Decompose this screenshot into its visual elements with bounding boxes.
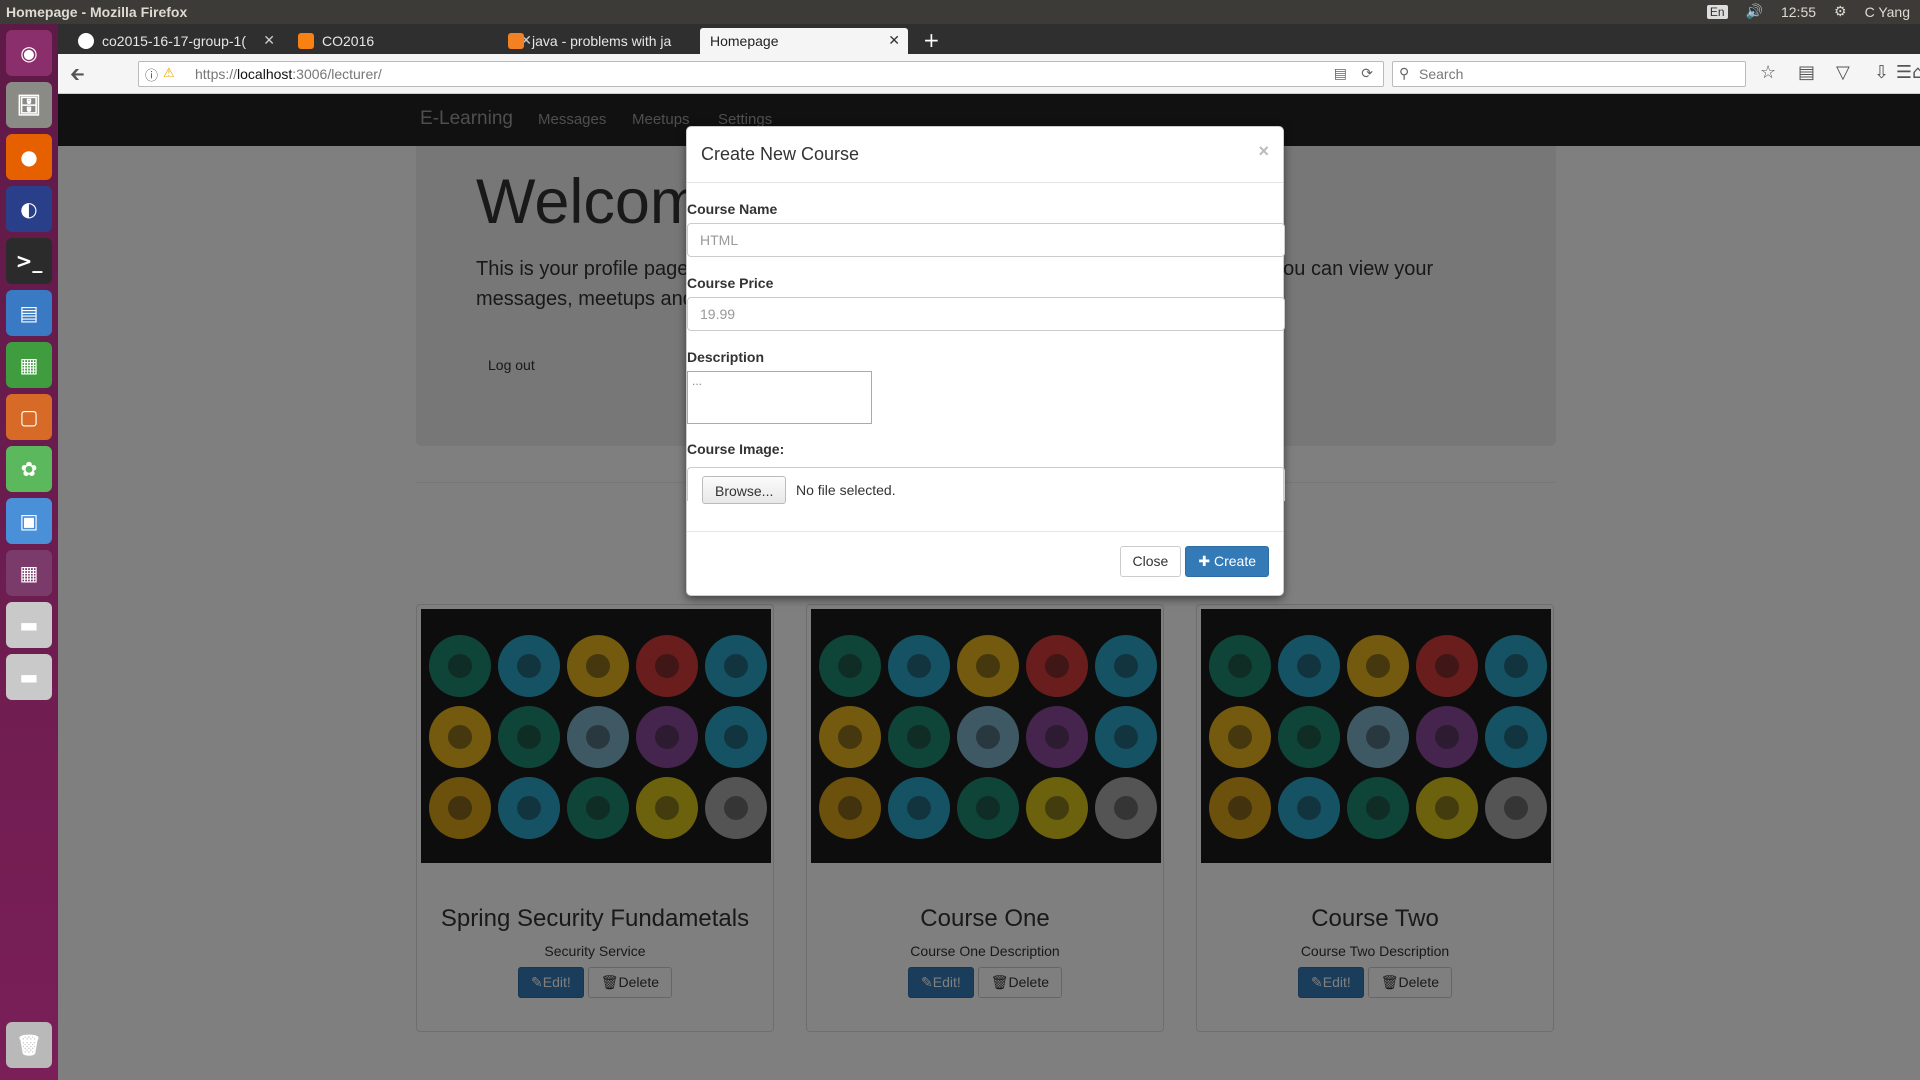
- reload-icon[interactable]: ⟳: [1361, 65, 1373, 82]
- volume-icon[interactable]: 🔊: [1746, 3, 1763, 20]
- eclipse-icon[interactable]: ◐: [6, 186, 52, 232]
- back-icon[interactable]: 🡰: [70, 62, 85, 92]
- reader-view-icon[interactable]: ▤: [1334, 65, 1347, 82]
- url-path: :3006/lecturer/: [292, 66, 382, 82]
- search-icon: ⚲: [1399, 65, 1410, 81]
- firefox-icon[interactable]: ●: [6, 134, 52, 180]
- description-textarea[interactable]: ...: [687, 371, 872, 424]
- dash-icon[interactable]: ◉: [6, 30, 52, 76]
- search-placeholder: Search: [1419, 66, 1464, 82]
- writer-icon[interactable]: ▤: [6, 290, 52, 336]
- drive-icon-2[interactable]: ▬: [6, 654, 52, 700]
- description-label: Description: [687, 349, 765, 365]
- window-title: Homepage - Mozilla Firefox: [6, 4, 188, 20]
- home-icon[interactable]: ⌂: [1912, 62, 1920, 83]
- close-tab-icon[interactable]: ✕: [263, 32, 275, 49]
- menu-icon[interactable]: ☰: [1896, 62, 1912, 83]
- user-name[interactable]: C Yang: [1865, 4, 1910, 20]
- plus-icon: ✚: [1198, 553, 1214, 569]
- course-image-input: Browse... No file selected.: [687, 467, 1285, 504]
- trash-icon[interactable]: 🗑: [6, 1022, 52, 1068]
- tab-label: co2015-16-17-group-1(: [102, 33, 246, 49]
- workspaces-icon[interactable]: ▦: [6, 550, 52, 596]
- course-price-input[interactable]: 19.99: [687, 297, 1285, 331]
- tab-label: Homepage: [710, 33, 779, 49]
- course-name-input[interactable]: HTML: [687, 223, 1285, 257]
- stackoverflow-icon: [508, 33, 524, 49]
- course-price-placeholder: 19.99: [700, 306, 736, 322]
- virtualbox-icon[interactable]: ▣: [6, 498, 52, 544]
- download-icon[interactable]: ⇩: [1874, 62, 1889, 83]
- impress-icon[interactable]: ▢: [6, 394, 52, 440]
- no-file-text: No file selected.: [796, 482, 896, 498]
- clock[interactable]: 12:55: [1781, 4, 1816, 20]
- tab-label: java - problems with ja: [532, 33, 672, 49]
- browser-toolbar: 🡰 ⓘ ⚠ https://localhost:3006/lecturer/ ▤…: [58, 54, 1920, 94]
- description-placeholder: ...: [692, 374, 703, 388]
- bookmark-star-icon[interactable]: ☆: [1760, 62, 1776, 83]
- github-icon: [78, 33, 94, 49]
- settings-icon[interactable]: ⚙: [1834, 3, 1847, 20]
- create-course-modal: Create New Course × Course Name HTML Cou…: [686, 126, 1285, 596]
- close-icon[interactable]: ×: [1258, 141, 1269, 162]
- course-price-label: Course Price: [687, 275, 774, 291]
- create-label: Create: [1213, 553, 1256, 569]
- url-prefix: https://: [195, 66, 238, 82]
- drive-icon[interactable]: ▬: [6, 602, 52, 648]
- os-top-bar: Homepage - Mozilla Firefox En 🔊 12:55 ⚙ …: [0, 0, 1920, 24]
- tab-homepage[interactable]: Homepage ✕: [700, 28, 908, 54]
- course-name-label: Course Name: [687, 201, 778, 217]
- close-tab-icon[interactable]: ✕: [888, 32, 900, 49]
- create-button[interactable]: ✚ Create: [1185, 546, 1269, 577]
- keyboard-indicator[interactable]: En: [1706, 4, 1728, 19]
- library-icon[interactable]: ▤: [1798, 62, 1815, 83]
- files-icon[interactable]: 🗄: [6, 82, 52, 128]
- url-bar[interactable]: ⓘ ⚠ https://localhost:3006/lecturer/ ▤ ⟳: [138, 61, 1384, 87]
- spring-icon[interactable]: ✿: [6, 446, 52, 492]
- terminal-icon[interactable]: >_: [6, 238, 52, 284]
- calc-icon[interactable]: ▦: [6, 342, 52, 388]
- course-image-label: Course Image:: [687, 441, 785, 457]
- url-host: localhost: [237, 66, 293, 82]
- launcher: ◉ 🗄 ● ◐ >_ ▤ ▦ ▢ ✿ ▣ ▦ ▬ ▬ 🗑: [0, 24, 58, 1080]
- moodle-icon: [298, 33, 314, 49]
- browse-button[interactable]: Browse...: [702, 476, 787, 504]
- tab-bar: co2015-16-17-group-1( ✕ CO2016 ✕ java - …: [58, 24, 1920, 54]
- tab-label: CO2016: [322, 33, 375, 49]
- search-input[interactable]: ⚲ Search: [1392, 61, 1746, 87]
- close-button[interactable]: Close: [1119, 546, 1182, 577]
- modal-title: Create New Course: [701, 144, 860, 164]
- info-icon[interactable]: ⓘ: [145, 65, 158, 84]
- warning-icon[interactable]: ⚠: [163, 65, 175, 81]
- pocket-icon[interactable]: ▽: [1836, 62, 1850, 83]
- new-tab-icon[interactable]: +: [923, 28, 940, 52]
- tab-github[interactable]: co2015-16-17-group-1( ✕: [68, 28, 283, 54]
- course-name-placeholder: HTML: [700, 232, 739, 248]
